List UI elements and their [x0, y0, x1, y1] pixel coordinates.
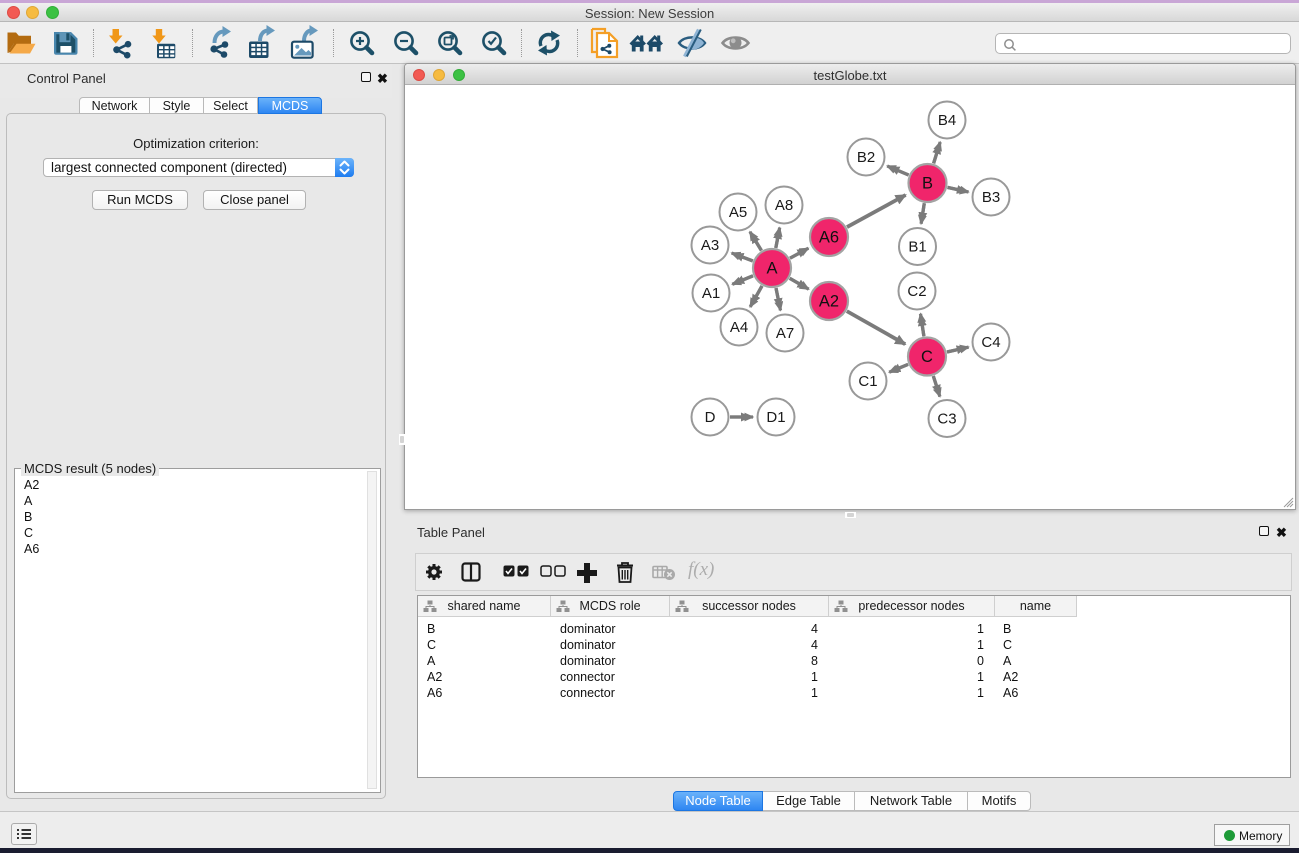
svg-text:A6: A6 [819, 229, 839, 247]
svg-text:C3: C3 [937, 411, 956, 428]
svg-text:A8: A8 [775, 197, 793, 214]
svg-text:B1: B1 [908, 239, 926, 256]
svg-text:C: C [921, 348, 933, 366]
svg-text:B: B [922, 175, 933, 193]
svg-text:A2: A2 [819, 293, 839, 311]
svg-text:D: D [705, 409, 716, 426]
svg-text:A1: A1 [702, 285, 720, 302]
svg-text:B3: B3 [982, 189, 1000, 206]
svg-text:C2: C2 [907, 283, 926, 300]
svg-text:D1: D1 [766, 409, 785, 426]
svg-text:A7: A7 [776, 325, 794, 342]
svg-text:A3: A3 [701, 237, 719, 254]
svg-text:B4: B4 [938, 112, 956, 129]
svg-text:B2: B2 [857, 149, 875, 166]
svg-text:C1: C1 [858, 373, 877, 390]
svg-text:A: A [766, 260, 777, 278]
svg-text:A4: A4 [730, 319, 748, 336]
svg-text:A5: A5 [729, 204, 747, 221]
svg-text:C4: C4 [981, 334, 1000, 351]
